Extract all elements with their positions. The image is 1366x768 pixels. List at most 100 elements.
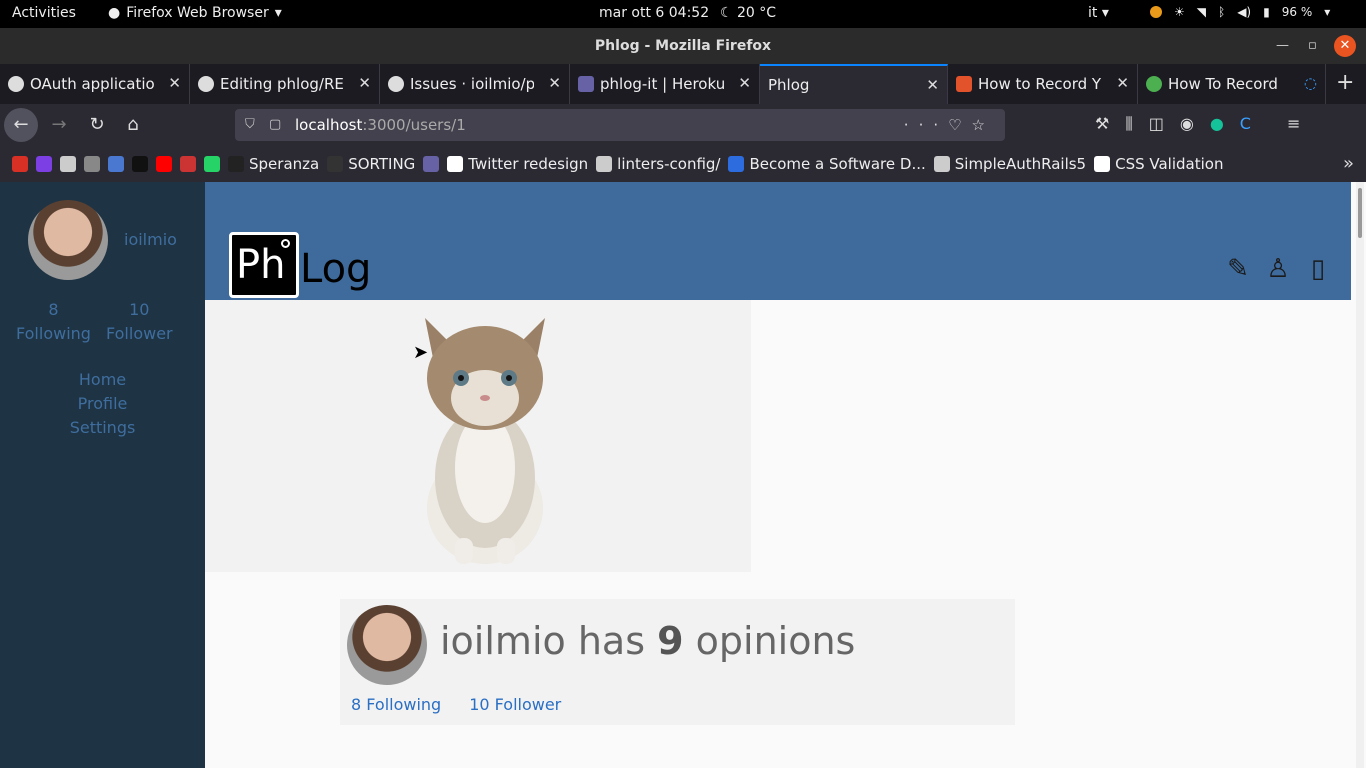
- tab-label: OAuth applicatio: [30, 75, 154, 93]
- sidebar-item-home[interactable]: Home: [0, 368, 205, 392]
- tab-editing-phlog[interactable]: Editing phlog/RE ✕: [190, 64, 380, 104]
- bookmark-favicon-icon: [36, 156, 52, 172]
- battery-icon: ▮: [1263, 5, 1270, 19]
- menu-icon[interactable]: ≡: [1287, 114, 1300, 134]
- bookmark-item[interactable]: [423, 156, 440, 172]
- bookmark-item[interactable]: CSS Validation: [1094, 155, 1223, 173]
- clock[interactable]: mar ott 6 04:52: [599, 5, 709, 21]
- page-info-icon[interactable]: ▢: [269, 109, 281, 141]
- bookmark-item[interactable]: [12, 156, 28, 172]
- bookmarks-overflow-icon[interactable]: »: [1343, 153, 1354, 174]
- follower-link[interactable]: 10 Follower: [469, 695, 561, 714]
- avatar[interactable]: [28, 200, 108, 280]
- cover-image: [205, 300, 751, 572]
- brightness-icon: ☀: [1174, 5, 1185, 19]
- app-menu[interactable]: ● Firefox Web Browser ▾: [108, 5, 282, 21]
- bookmark-item[interactable]: [132, 156, 148, 172]
- bookmark-favicon-icon: [60, 156, 76, 172]
- tab-label: How To Record Y: [1168, 75, 1280, 93]
- bookmark-item[interactable]: [108, 156, 124, 172]
- close-tab-icon[interactable]: ✕: [738, 74, 751, 92]
- sidebar-follower[interactable]: 10 Follower: [106, 298, 173, 346]
- page-scrollbar[interactable]: [1356, 182, 1364, 768]
- url-path: :3000/users/1: [362, 116, 466, 134]
- sidebar-following[interactable]: 8 Following: [16, 298, 91, 346]
- close-tab-icon[interactable]: ✕: [168, 74, 181, 92]
- tab-oauth[interactable]: OAuth applicatio ✕: [0, 64, 190, 104]
- tab-issues[interactable]: Issues · ioilmio/p ✕: [380, 64, 570, 104]
- activities-button[interactable]: Activities: [12, 5, 76, 21]
- bookmark-item[interactable]: Become a Software D...: [728, 155, 926, 173]
- new-tab-icon[interactable]: +: [1336, 70, 1354, 95]
- logout-door-icon[interactable]: ▯: [1305, 254, 1331, 284]
- bookmark-item[interactable]: Speranza: [228, 155, 319, 173]
- site-icon: [956, 76, 972, 92]
- avatar[interactable]: [347, 605, 427, 685]
- close-tab-icon[interactable]: ✕: [548, 74, 561, 92]
- minimize-icon[interactable]: —: [1276, 28, 1289, 64]
- tab-how-to-record-1[interactable]: How to Record Y ✕: [948, 64, 1138, 104]
- bookmark-item[interactable]: [84, 156, 100, 172]
- profile-has: has: [577, 619, 646, 663]
- bookmark-item[interactable]: [60, 156, 76, 172]
- chevron-down-icon: ▾: [274, 5, 282, 21]
- devtools-icon[interactable]: ⚒: [1095, 114, 1109, 134]
- page-actions[interactable]: ···♡☆: [904, 109, 995, 141]
- library-icon[interactable]: ⫼: [1125, 114, 1132, 134]
- pencil-icon[interactable]: ✎: [1225, 254, 1251, 284]
- sidebar-icon[interactable]: ◫: [1149, 114, 1164, 134]
- opinion-count: 9: [657, 619, 684, 663]
- bookmark-item[interactable]: [156, 156, 172, 172]
- bookmark-label: Twitter redesign: [468, 155, 589, 173]
- close-tab-icon[interactable]: ✕: [926, 76, 939, 94]
- following-link[interactable]: 8 Following: [351, 695, 441, 714]
- volume-icon: ◀): [1237, 5, 1252, 19]
- account-icon[interactable]: ◉: [1180, 114, 1194, 134]
- tab-how-to-record-2[interactable]: How To Record Y ◌: [1138, 64, 1326, 104]
- bookmark-favicon-icon: [108, 156, 124, 172]
- bookmark-favicon-icon: [156, 156, 172, 172]
- bookmark-favicon-icon: [728, 156, 745, 172]
- bookmark-label: SimpleAuthRails5: [954, 155, 1087, 173]
- close-tab-icon[interactable]: ✕: [358, 74, 371, 92]
- grammarly-icon[interactable]: ●: [1210, 114, 1224, 134]
- home-button[interactable]: ⌂: [118, 110, 148, 140]
- url-host: localhost: [295, 116, 363, 134]
- toolbar-extensions: ⚒ ⫼ ◫ ◉ ● C ≡: [1095, 114, 1300, 134]
- maximize-icon[interactable]: ▫: [1308, 28, 1317, 64]
- bookmark-label: Speranza: [249, 155, 320, 173]
- logo-ring-icon: [281, 239, 290, 248]
- tab-label: How to Record Y: [978, 75, 1102, 93]
- weather-temp: 20 °C: [737, 5, 777, 21]
- bookmark-item[interactable]: [204, 156, 220, 172]
- window-close-button[interactable]: ✕: [1334, 35, 1356, 57]
- url-bar[interactable]: ⛉ ▢ localhost:3000/users/1 ···♡☆: [235, 109, 1005, 141]
- bookmark-item[interactable]: [180, 156, 196, 172]
- bookmark-favicon-icon: [84, 156, 100, 172]
- close-tab-icon[interactable]: ✕: [1116, 74, 1129, 92]
- reload-button[interactable]: ↻: [82, 110, 112, 140]
- language-indicator[interactable]: it ▾: [1088, 5, 1109, 21]
- system-tray[interactable]: ☀ ◥ ᛒ ◀) ▮ 96 % ▾: [1150, 5, 1330, 19]
- logo[interactable]: Ph: [229, 232, 299, 298]
- sidebar-username[interactable]: ioilmio: [124, 230, 177, 249]
- bookmark-item[interactable]: SimpleAuthRails5: [933, 155, 1087, 173]
- tracking-protection-icon[interactable]: ⛉: [245, 109, 255, 141]
- user-icon[interactable]: ♙: [1265, 254, 1291, 284]
- forward-button[interactable]: →: [44, 110, 74, 140]
- bookmark-favicon-icon: [327, 156, 344, 172]
- bookmark-item[interactable]: Twitter redesign: [447, 155, 588, 173]
- bookmark-label: Become a Software D...: [749, 155, 926, 173]
- scrollbar-thumb[interactable]: [1358, 188, 1362, 238]
- tab-phlog-active[interactable]: Phlog ✕: [760, 64, 948, 104]
- bookmark-item[interactable]: [36, 156, 52, 172]
- bookmark-item[interactable]: SORTING: [327, 155, 415, 173]
- web-page: ioilmio 8 Following 10 Follower Home Pro…: [0, 182, 1366, 768]
- bookmark-item[interactable]: linters-config/: [596, 155, 720, 173]
- profile-follow-links: 8 Following 10 Follower: [351, 695, 561, 714]
- extension-c-icon[interactable]: C: [1240, 114, 1251, 134]
- sidebar-item-profile[interactable]: Profile: [0, 392, 205, 416]
- sidebar-item-settings[interactable]: Settings: [0, 416, 205, 440]
- tab-heroku[interactable]: phlog-it | Heroku ✕: [570, 64, 760, 104]
- back-button[interactable]: ←: [4, 108, 38, 142]
